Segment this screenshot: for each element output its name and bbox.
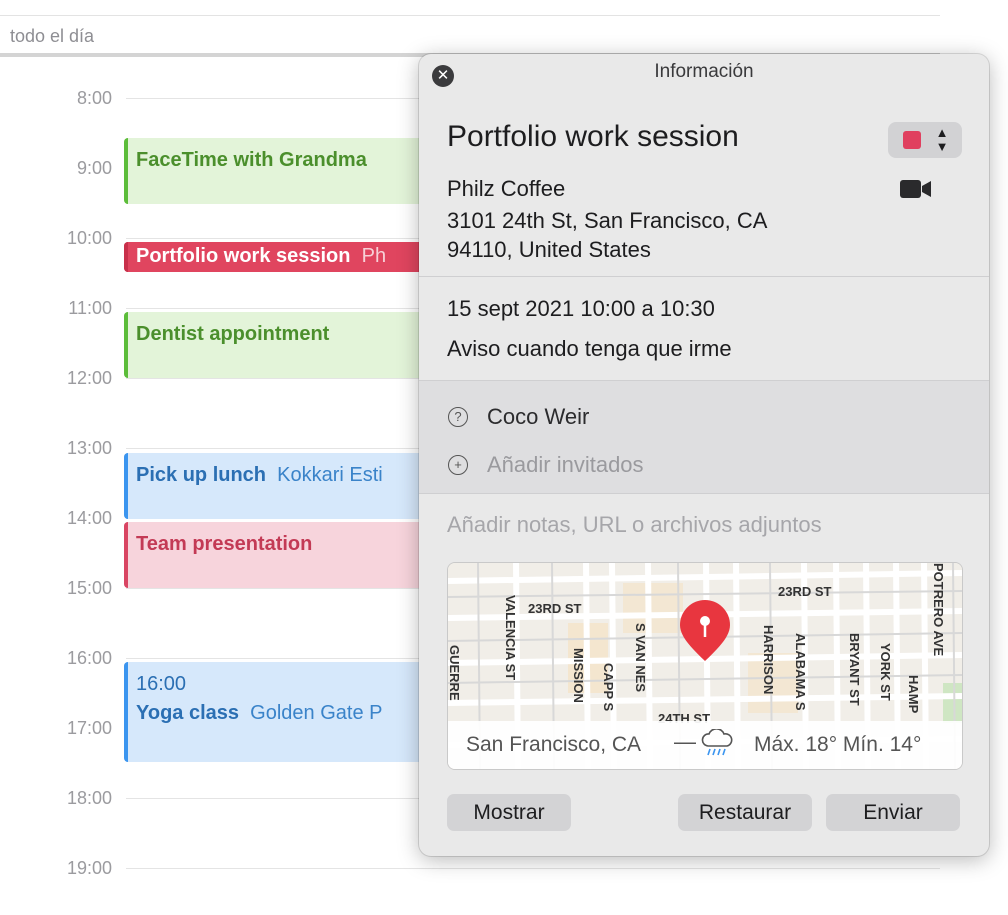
map-label: 23RD ST	[778, 584, 832, 599]
map-label: HAMP	[906, 675, 921, 714]
divider	[419, 493, 989, 494]
hour-label: 14:00	[66, 508, 112, 528]
event-color-bar	[124, 453, 128, 519]
video-camera-icon[interactable]	[900, 179, 932, 199]
event-title: Yoga class	[136, 702, 240, 724]
hour-label: 9:00	[76, 158, 112, 178]
all-day-label: todo el día	[10, 26, 95, 46]
location-address-line1: 3101 24th St, San Francisco, CA	[447, 208, 768, 233]
location-map[interactable]: 23RD ST 23RD ST VALENCIA ST MISSION CAPP…	[447, 562, 963, 770]
event-title: Team presentation	[136, 533, 313, 555]
map-label: POTRERO AVE	[931, 563, 946, 657]
hour-label: 17:00	[66, 718, 112, 738]
hour-label: 15:00	[66, 578, 112, 598]
show-button[interactable]: Mostrar	[447, 794, 571, 831]
hour-label: 18:00	[66, 788, 112, 808]
event-title: Dentist appointment	[136, 323, 330, 345]
hour-label: 12:00	[66, 368, 112, 388]
event-team-presentation[interactable]: Team presentation	[124, 522, 444, 588]
weather-city: San Francisco, CA	[466, 733, 642, 756]
map-label: BRYANT ST	[847, 633, 862, 706]
map-label: S VAN NES	[633, 623, 648, 692]
calendar-color-swatch	[903, 131, 921, 149]
event-facetime-grandma[interactable]: FaceTime with Grandma	[124, 138, 444, 204]
event-color-bar	[124, 138, 128, 204]
location-address-line2: 94110, United States	[447, 237, 651, 262]
hour-row[interactable]: 19:00	[0, 858, 940, 878]
map-label: MISSION	[571, 648, 586, 703]
event-alert[interactable]: Aviso cuando tenga que irme	[447, 336, 732, 362]
map-label: GUERRE	[448, 645, 462, 701]
organizer-name[interactable]: Coco Weir	[487, 404, 589, 430]
event-yoga-class[interactable]: 16:00 Yoga class Golden Gate P	[124, 662, 444, 762]
event-color-bar	[124, 312, 128, 378]
location-name[interactable]: Philz Coffee	[447, 176, 565, 202]
map-label: 23RD ST	[528, 601, 582, 616]
event-location: Kokkari Esti	[277, 464, 383, 486]
event-pick-up-lunch[interactable]: Pick up lunch Kokkari Esti	[124, 453, 444, 519]
map-label: CAPP S	[601, 663, 616, 711]
hour-line	[126, 868, 940, 869]
revert-button[interactable]: Restaurar	[678, 794, 812, 831]
map-label: HARRISON	[761, 625, 776, 694]
map-label: ALABAMA S	[793, 633, 808, 711]
hour-label: 11:00	[68, 298, 112, 318]
weather-dash: —	[674, 729, 696, 754]
notes-field[interactable]: Añadir notas, URL o archivos adjuntos	[447, 512, 822, 538]
hour-label: 10:00	[66, 228, 112, 248]
calendar-color-picker[interactable]: ▲ ▼	[888, 122, 962, 158]
hour-label: 8:00	[76, 88, 112, 108]
weather-temperatures: Máx. 18° Mín. 14°	[754, 733, 922, 756]
map-label: YORK ST	[878, 643, 893, 701]
event-title: FaceTime with Grandma	[136, 149, 367, 171]
event-portfolio-work-session[interactable]: Portfolio work session Ph	[124, 242, 444, 272]
event-info-popover: ✕ Información Portfolio work session ▲ ▼ …	[419, 54, 989, 856]
chevron-updown-icon: ▲ ▼	[935, 125, 949, 154]
event-date-time[interactable]: 15 sept 2021 10:00 a 10:30	[447, 296, 715, 322]
hour-label: 19:00	[66, 858, 112, 878]
event-title: Portfolio work session	[136, 245, 351, 267]
question-circle-icon: ?	[448, 407, 468, 427]
event-color-bar	[124, 522, 128, 588]
divider	[419, 276, 989, 277]
add-invitees-field[interactable]: Añadir invitados	[487, 452, 644, 478]
popover-title: Información	[654, 61, 754, 82]
header-divider	[0, 15, 940, 16]
hour-label: 13:00	[66, 438, 112, 458]
hour-label: 16:00	[66, 648, 112, 668]
rain-cloud-icon	[701, 729, 733, 756]
event-location: Golden Gate P	[250, 702, 383, 724]
event-dentist-appointment[interactable]: Dentist appointment	[124, 312, 444, 378]
event-time: 16:00	[136, 673, 187, 695]
event-title-field[interactable]: Portfolio work session	[447, 120, 739, 154]
weather-bar: San Francisco, CA — Máx. 18° Mín. 14°	[448, 721, 962, 769]
event-location: Ph	[361, 245, 387, 267]
event-title: Pick up lunch	[136, 464, 267, 486]
map-label: VALENCIA ST	[503, 595, 518, 680]
plus-circle-icon: +	[448, 455, 468, 475]
event-color-bar	[124, 242, 128, 272]
event-color-bar	[124, 662, 128, 762]
send-button[interactable]: Enviar	[826, 794, 960, 831]
